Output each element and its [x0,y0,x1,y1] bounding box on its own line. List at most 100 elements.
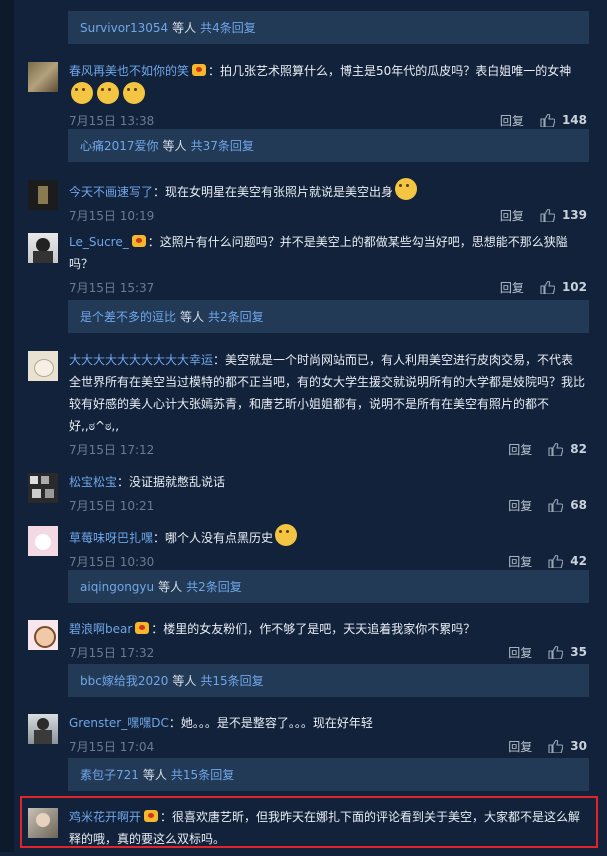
reply-summary-more[interactable]: 共2条回复 [186,578,242,595]
reply-summary-mid: 等人 [158,580,183,594]
weibo-comments-page: Survivor13054 等人 共4条回复 春风再美也不如你的笑 ：拍几张艺术照算什… [0,0,607,852]
comment-text: ：美空就是一个时尚网站而已，有人利用美空进行皮肉交易，不代表 [213,353,574,367]
emoji-icon [71,82,93,104]
like-count: 82 [570,442,587,456]
comment-text: ：拍几张艺术照算什么，博主是50年代的瓜皮吗？表白姐唯一的女神 [208,64,572,78]
comment-text-cont: 释的哦，真的要这么双标吗。 [69,832,226,846]
comment-item: Le_Sucre_ ：这照片有什么问题吗？并不是美空上的都做某些勾当好吧，思想能不… [20,223,597,305]
avatar[interactable] [28,233,58,263]
comment-date: 7月15日 17:04 [69,739,155,754]
thumbs-up-icon [548,442,564,456]
reply-summary[interactable]: bbc嫁给我2020 等人 共15条回复 [68,664,589,697]
avatar[interactable] [28,180,58,210]
avatar[interactable] [28,620,58,650]
emoji-icon [275,524,298,546]
like-button[interactable]: 42 [548,554,587,568]
comment-user[interactable]: 碧浪啊bear [69,622,132,636]
emoji-icon [123,82,145,104]
avatar[interactable] [28,714,58,744]
comment-user[interactable]: 大大大大大大大大大大幸运 [69,353,213,367]
avatar[interactable] [28,808,58,838]
vip-badge-icon [135,622,150,634]
reply-button[interactable]: 回复 [508,738,532,755]
avatar[interactable] [28,351,58,381]
like-button[interactable]: 30 [548,739,587,753]
like-button[interactable]: 102 [540,280,587,294]
reply-button[interactable]: 回复 [500,112,524,129]
comment-text: ：这照片有什么问题吗？并不是美空上的都做某些勾当好吧，思想能不那么狭隘 [147,235,568,249]
comment-item-highlighted: 鸡米花开啊开 ：很喜欢唐艺昕，但我昨天在娜扎下面的评论看到关于美空，大家都不是这么… [20,798,597,856]
comment-user[interactable]: Grenster_嘿嘿DC [69,716,169,730]
thumbs-up-icon [548,498,564,512]
reply-summary-mid: 等人 [172,21,197,35]
reply-summary-user[interactable]: 是个差不多的逗比 [80,308,176,325]
reply-summary-more[interactable]: 共37条回复 [191,137,254,154]
like-button[interactable]: 148 [540,113,587,127]
like-count: 35 [570,645,587,659]
reply-summary-user[interactable]: bbc嫁给我2020 [80,672,168,689]
like-button[interactable]: 82 [548,442,587,456]
vip-badge-icon [192,64,207,76]
reply-summary[interactable]: aiqingongyu 等人 共2条回复 [68,570,589,603]
thumbs-up-icon [548,645,564,659]
vip-badge-icon [131,235,146,247]
avatar[interactable] [28,62,58,92]
thumbs-up-icon [540,113,555,127]
like-count: 148 [561,113,587,127]
reply-button[interactable]: 回复 [508,441,532,458]
reply-summary-user[interactable]: Survivor13054 [80,21,168,35]
reply-summary-mid: 等人 [162,139,187,153]
comment-user[interactable]: 春风再美也不如你的笑 [69,64,189,78]
reply-summary-more[interactable]: 共2条回复 [208,308,264,325]
reply-summary[interactable]: 心痛2017爱你 等人 共37条回复 [68,129,589,162]
thumbs-up-icon [548,554,564,568]
thumbs-up-icon [540,280,555,294]
thumbs-up-icon [540,208,555,222]
comment-text: ：现在女明星在美空有张照片就说是美空出身 [153,185,394,199]
comment-text-cont: 吗？ [69,257,94,271]
comment-user[interactable]: 松宝松宝 [69,475,117,489]
comment-text: ：哪个人没有点黑历史 [153,531,274,545]
comment-date: 7月15日 15:37 [69,280,155,295]
comment-text: ：她。。。是不是整容了。。。现在好年轻 [168,716,373,730]
reply-button[interactable]: 回复 [500,207,524,224]
reply-summary-more[interactable]: 共15条回复 [200,672,263,689]
comment-user[interactable]: 今天不画速写了 [69,185,153,199]
reply-button[interactable]: 回复 [500,279,524,296]
reply-button[interactable]: 回复 [508,644,532,661]
comment-user[interactable]: 草莓味呀巴扎嘿 [69,531,153,545]
reply-summary-user[interactable]: 心痛2017爱你 [80,137,159,154]
reply-summary-user[interactable]: 素包子721 [80,766,139,783]
comment-date: 7月15日 13:38 [69,113,155,128]
like-button[interactable]: 35 [548,645,587,659]
reply-summary[interactable]: 是个差不多的逗比 等人 共2条回复 [68,300,589,333]
comment-user[interactable]: 鸡米花开啊开 [69,810,141,824]
like-button[interactable]: 139 [540,208,587,222]
reply-summary[interactable]: 素包子721 等人 共15条回复 [68,758,589,791]
comment-text-cont: 全世界所有在美空当过模特的都不正当吧，有的女大学生援交就说明所有的大学都是妓院吗… [69,375,586,389]
like-count: 68 [570,498,587,512]
emoji-icon [97,82,119,104]
thumbs-up-icon [548,739,564,753]
comment-item: 春风再美也不如你的笑 ：拍几张艺术照算什么，博主是50年代的瓜皮吗？表白姐唯一的女… [20,52,597,138]
reply-summary-more[interactable]: 共15条回复 [171,766,234,783]
comment-text-cont: 较有好感的美人心计大张嫣苏青，和唐艺昕小姐姐都有，说明不是所有在美空有照片的都不 [69,397,550,411]
reply-button[interactable]: 回复 [508,553,532,570]
like-count: 30 [570,739,587,753]
comment-date: 7月15日 17:32 [69,645,155,660]
comment-text: ：很喜欢唐艺昕，但我昨天在娜扎下面的评论看到关于美空，大家都不是这么解 [160,810,581,824]
reply-summary[interactable]: Survivor13054 等人 共4条回复 [68,11,589,44]
avatar[interactable] [28,473,58,503]
comment-text: ：没证据就憋乱说话 [117,475,226,489]
left-edge [0,0,14,852]
reply-summary-user[interactable]: aiqingongyu [80,580,154,594]
comment-date: 7月15日 17:12 [69,442,155,457]
reply-summary-more[interactable]: 共4条回复 [200,19,256,36]
avatar[interactable] [28,526,58,556]
comment-text-cont: 好,,ಠ^ಠ,, [69,419,120,433]
comment-user[interactable]: Le_Sucre_ [69,235,129,249]
like-count: 42 [570,554,587,568]
like-button[interactable]: 68 [548,498,587,512]
comment-item: 松宝松宝：没证据就憋乱说话 7月15日 10:21 回复 68 [20,463,597,523]
reply-button[interactable]: 回复 [508,497,532,514]
